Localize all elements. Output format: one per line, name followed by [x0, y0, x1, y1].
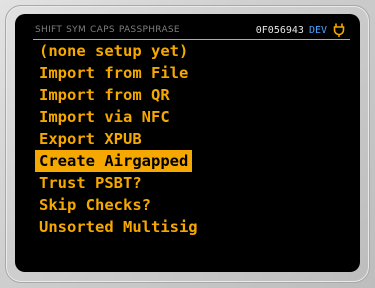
flag-passphrase: PASSPHRASE: [118, 25, 180, 35]
menu-item-create-airgapped-row: Create Airgapped: [35, 150, 353, 172]
keyboard-flags: SHIFT SYM CAPS PASSPHRASE: [35, 25, 184, 35]
menu-item-create-airgapped[interactable]: Create Airgapped: [35, 150, 193, 172]
flag-shift: SHIFT: [35, 25, 63, 35]
flag-caps: CAPS: [90, 25, 115, 35]
wallet-fingerprint: 0F056943: [255, 24, 304, 36]
menu-item-import-qr[interactable]: Import from QR: [35, 84, 353, 106]
menu-item-import-file[interactable]: Import from File: [35, 62, 353, 84]
dev-mode-badge: DEV: [308, 24, 327, 36]
menu-item-trust-psbt[interactable]: Trust PSBT?: [35, 172, 353, 194]
status-right: 0F056943 DEV: [256, 23, 346, 37]
multisig-menu: (none setup yet) Import from File Import…: [35, 40, 353, 238]
device-screen: SHIFT SYM CAPS PASSPHRASE 0F056943 DEV (non…: [15, 14, 360, 272]
menu-item-skip-checks[interactable]: Skip Checks?: [35, 194, 353, 216]
plug-icon: [333, 23, 345, 37]
menu-item-export-xpub[interactable]: Export XPUB: [35, 128, 353, 150]
menu-item-import-nfc[interactable]: Import via NFC: [35, 106, 353, 128]
flag-sym: SYM: [66, 25, 87, 35]
menu-item-unsorted-multisig[interactable]: Unsorted Multisig: [35, 216, 353, 238]
menu-item-none-setup[interactable]: (none setup yet): [35, 40, 353, 62]
